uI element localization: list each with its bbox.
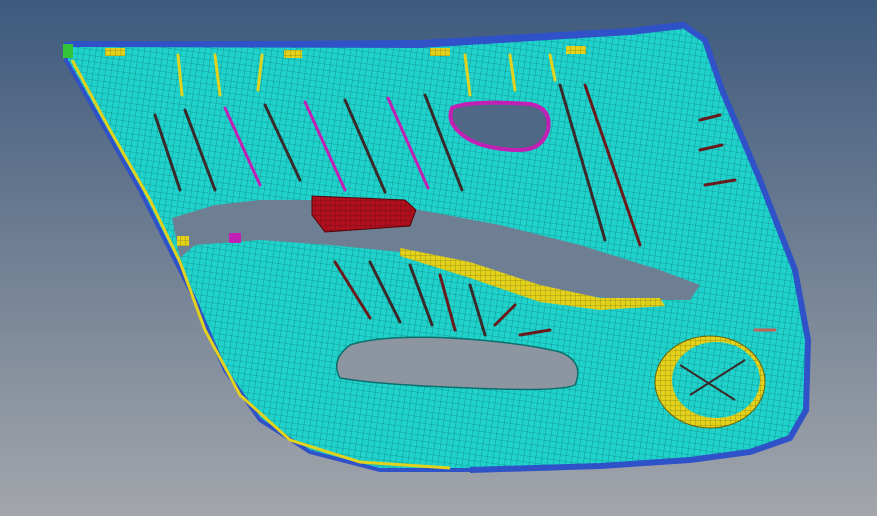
- 3d-viewport[interactable]: [0, 0, 877, 516]
- clip: [284, 50, 302, 58]
- clip: [177, 236, 189, 246]
- clip: [229, 233, 241, 243]
- red-bracket: [311, 195, 417, 233]
- speaker-ring: [654, 335, 766, 429]
- clip: [430, 48, 450, 56]
- clip: [566, 46, 586, 54]
- clip: [105, 48, 125, 56]
- clip: [63, 44, 73, 58]
